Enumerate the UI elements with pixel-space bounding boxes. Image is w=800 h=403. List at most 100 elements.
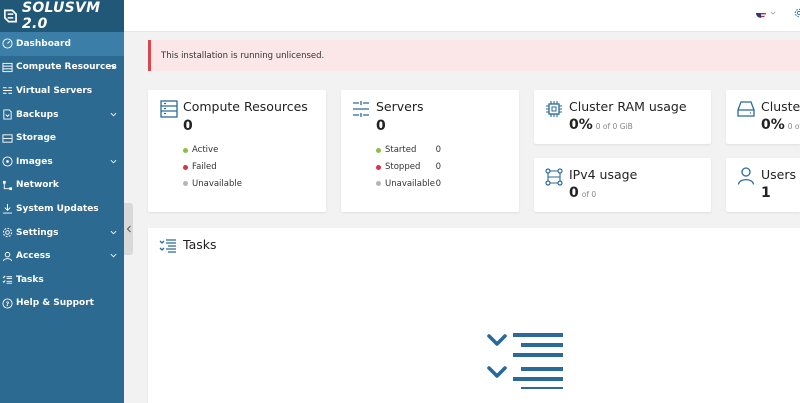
status-row: Started 0 xyxy=(376,142,441,159)
card-value: 0 of 0 xyxy=(569,185,596,201)
ram-chip-icon xyxy=(546,101,562,117)
sidebar-collapse-toggle[interactable] xyxy=(124,203,133,255)
sidebar-item-label: Dashboard xyxy=(16,38,71,49)
status-count: 0 xyxy=(435,145,441,156)
sidebar-nav: Dashboard Compute Resources Virtual Serv… xyxy=(0,32,124,315)
sidebar-item-backups[interactable]: Backups xyxy=(0,103,124,127)
dashboard-icon xyxy=(2,38,13,49)
sidebar-item-system-updates[interactable]: System Updates xyxy=(0,197,124,221)
logo[interactable]: SOLUSVM 2.0 xyxy=(0,0,124,32)
status-dot-stopped xyxy=(376,164,381,170)
status-label: Started xyxy=(385,145,417,156)
chevron-down-icon xyxy=(110,65,117,69)
network-icon xyxy=(545,168,563,186)
sidebar-item-label: Storage xyxy=(16,133,57,144)
card-title: Servers xyxy=(376,99,424,114)
chevron-down-icon xyxy=(110,254,117,258)
sidebar-item-images[interactable]: Images xyxy=(0,150,124,174)
status-label: Active xyxy=(192,145,219,156)
cluster-disk-card[interactable]: Cluster 0%0 of xyxy=(726,90,800,144)
cluster-ram-card[interactable]: Cluster RAM usage 0% 0 of 0 GiB xyxy=(534,90,711,144)
virtual-servers-icon xyxy=(2,87,13,95)
sidebar-item-label: Virtual Servers xyxy=(16,85,93,96)
disk-icon xyxy=(737,101,755,117)
sidebar-item-label: Compute Resources xyxy=(16,62,117,73)
chevron-down-icon[interactable] xyxy=(770,10,776,16)
status-dot-unavailable xyxy=(376,181,381,187)
chevron-down-icon xyxy=(110,159,117,164)
status-row: Unavailable xyxy=(183,175,293,192)
users-card[interactable]: Users 1 xyxy=(726,158,800,212)
card-value: 0% 0 of 0 GiB xyxy=(569,117,633,133)
status-label: Failed xyxy=(192,162,217,173)
servers-icon xyxy=(353,101,369,117)
sidebar-item-label: Settings xyxy=(16,227,59,238)
card-title: IPv4 usage xyxy=(569,167,638,182)
user-icon xyxy=(737,167,755,185)
card-value: 0 xyxy=(183,118,193,134)
sidebar-item-label: Network xyxy=(16,180,59,191)
tasks-title: Tasks xyxy=(183,237,217,252)
system-updates-icon xyxy=(2,204,13,214)
tasks-icon xyxy=(159,239,176,253)
access-icon xyxy=(2,251,13,261)
tasks-empty-state-icon xyxy=(487,333,563,389)
status-row: Active xyxy=(183,142,293,159)
ipv4-card[interactable]: IPv4 usage 0 of 0 xyxy=(534,158,711,212)
us-flag-icon[interactable] xyxy=(756,8,766,18)
images-icon xyxy=(2,156,13,167)
card-value: 1 xyxy=(761,185,771,201)
sidebar-item-tasks[interactable]: Tasks xyxy=(0,268,124,292)
compute-resources-icon xyxy=(2,62,13,72)
storage-icon xyxy=(2,134,13,143)
disk-percent: 0% xyxy=(761,117,785,133)
card-title: Cluster xyxy=(761,99,800,114)
ram-sub: 0 of 0 GiB xyxy=(595,122,633,131)
alert-message: This installation is running unlicensed. xyxy=(161,50,325,61)
card-value: 0%0 of xyxy=(761,117,800,133)
top-bar xyxy=(124,0,800,32)
sidebar-item-help-support[interactable]: ? Help & Support xyxy=(0,292,124,316)
status-label: Unavailable xyxy=(385,178,435,189)
logo-text: SOLUSVM 2.0 xyxy=(21,0,101,32)
ipv4-value: 0 xyxy=(569,185,579,201)
status-dot-started xyxy=(376,147,381,153)
sidebar-item-network[interactable]: Network xyxy=(0,174,124,198)
tasks-panel: Tasks xyxy=(148,228,800,403)
sidebar-item-compute-resources[interactable]: Compute Resources xyxy=(0,56,124,80)
chevron-down-icon xyxy=(110,230,117,234)
svg-text:?: ? xyxy=(6,300,10,308)
status-label: Unavailable xyxy=(192,178,242,189)
sidebar-item-storage[interactable]: Storage xyxy=(0,126,124,150)
compute-resources-card[interactable]: Compute Resources 0 Active Failed Unavai… xyxy=(148,90,326,212)
status-dot-failed xyxy=(183,164,188,170)
network-icon xyxy=(2,180,13,190)
ipv4-sub: of 0 xyxy=(581,190,597,199)
status-row: Failed xyxy=(183,159,293,176)
disk-sub: 0 of xyxy=(787,122,800,131)
backups-icon xyxy=(3,109,12,120)
gear-icon[interactable] xyxy=(794,8,800,18)
servers-card[interactable]: Servers 0 Started 0 Stopped 0 Unavailable 0 xyxy=(341,90,519,212)
status-dot-active xyxy=(183,147,188,153)
sidebar-item-label: Backups xyxy=(16,109,59,120)
sidebar-item-label: Access xyxy=(16,251,51,262)
status-list: Active Failed Unavailable xyxy=(183,142,293,192)
compute-resources-icon xyxy=(160,100,178,118)
sidebar-item-label: Tasks xyxy=(16,274,44,285)
sidebar-item-virtual-servers[interactable]: Virtual Servers xyxy=(0,79,124,103)
sidebar-item-access[interactable]: Access xyxy=(0,244,124,268)
sidebar-item-label: Help & Support xyxy=(16,298,94,309)
sidebar-item-label: System Updates xyxy=(16,203,99,214)
status-label: Stopped xyxy=(385,162,421,173)
sidebar-item-settings[interactable]: Settings xyxy=(0,221,124,245)
status-row: Unavailable 0 xyxy=(376,175,441,192)
license-alert: This installation is running unlicensed. xyxy=(148,40,800,71)
card-title: Compute Resources xyxy=(183,99,308,114)
card-title: Users xyxy=(761,167,797,182)
sidebar-item-dashboard[interactable]: Dashboard xyxy=(0,32,124,56)
chevron-down-icon xyxy=(110,112,117,117)
solusvm-logo-icon xyxy=(4,9,17,23)
status-count: 0 xyxy=(435,162,441,173)
card-value: 0 xyxy=(376,118,386,134)
